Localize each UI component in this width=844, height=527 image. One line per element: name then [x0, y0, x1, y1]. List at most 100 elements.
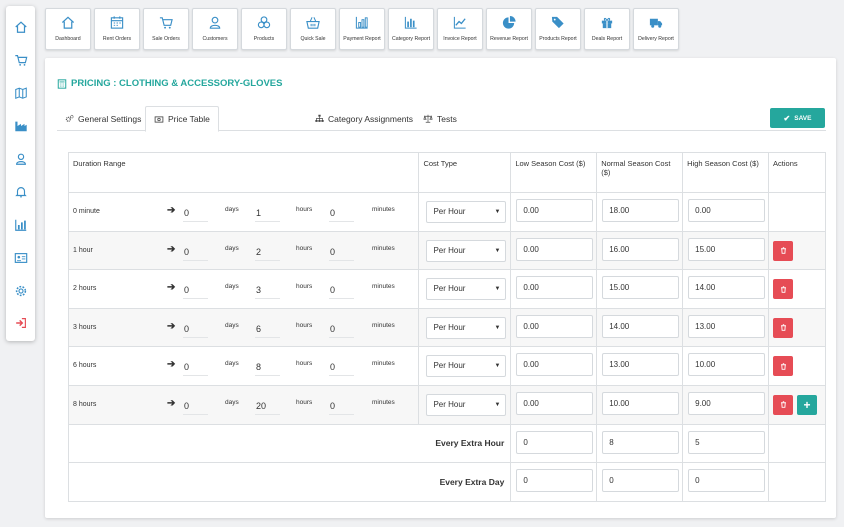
- delete-row-button[interactable]: [773, 240, 794, 261]
- normal-season-input[interactable]: 16.00: [602, 237, 680, 261]
- save-button[interactable]: ✔ SAVE: [770, 108, 825, 128]
- days-input[interactable]: 0: [183, 397, 208, 415]
- quick-sale-button[interactable]: Quick Sale: [290, 8, 336, 50]
- deals-report-label: Deals Report: [591, 36, 623, 42]
- minutes-input[interactable]: 0: [329, 204, 354, 222]
- minutes-input[interactable]: 0: [329, 320, 354, 338]
- low-season-input[interactable]: 0.00: [516, 199, 594, 222]
- cost-type-select[interactable]: Per Hour ▼: [426, 239, 507, 262]
- days-input[interactable]: 0: [183, 281, 208, 300]
- normal-season-input[interactable]: 14.00: [602, 314, 680, 338]
- cost-type-select[interactable]: Per Hour ▼: [426, 278, 507, 301]
- bell-icon[interactable]: [13, 184, 28, 199]
- tab-tests[interactable]: Tests: [415, 106, 465, 131]
- hours-unit: hours: [296, 206, 313, 213]
- extra-normal-input[interactable]: 0: [602, 469, 680, 493]
- sale-orders-button[interactable]: Sale Orders: [143, 8, 189, 50]
- high-season-input[interactable]: 0.00: [688, 199, 766, 222]
- cost-type-select[interactable]: Per Hour ▼: [426, 201, 507, 223]
- delivery-report-button[interactable]: Delivery Report: [633, 8, 679, 50]
- rent-orders-button[interactable]: Rent Orders: [94, 8, 140, 50]
- cost-type-select[interactable]: Per Hour ▼: [426, 355, 507, 378]
- tab-general-settings[interactable]: General Settings: [57, 106, 149, 131]
- normal-season-input[interactable]: 18.00: [602, 199, 680, 222]
- hours-input[interactable]: 3: [255, 281, 280, 300]
- tab-price-table[interactable]: Price Table: [145, 106, 219, 132]
- high-season-input[interactable]: 15.00: [688, 237, 766, 261]
- extra-high-cell: 5: [682, 423, 770, 464]
- customers-button[interactable]: Customers: [192, 8, 238, 50]
- delete-row-button[interactable]: [773, 317, 794, 338]
- days-unit: days: [225, 244, 239, 252]
- gears-icon: [65, 114, 74, 122]
- days-input[interactable]: 0: [183, 320, 208, 338]
- home-icon[interactable]: [13, 19, 28, 34]
- normal-season-input[interactable]: 13.00: [602, 353, 680, 377]
- invoice-report-button[interactable]: Invoice Report: [437, 8, 483, 50]
- trash-icon: [780, 401, 786, 409]
- factory-icon[interactable]: [13, 118, 28, 133]
- days-input[interactable]: 0: [183, 204, 208, 222]
- header-low-season: Low Season Cost ($): [510, 152, 598, 193]
- low-season-input[interactable]: 0.00: [516, 237, 594, 261]
- caret-down-icon: ▼: [494, 324, 501, 331]
- minutes-input[interactable]: 0: [329, 358, 354, 377]
- delete-row-button[interactable]: [773, 356, 794, 377]
- delete-row-button[interactable]: [773, 394, 794, 415]
- bar-chart-icon: [355, 16, 368, 29]
- revenue-report-button[interactable]: Revenue Report: [486, 8, 532, 50]
- low-season-input[interactable]: 0.00: [516, 353, 594, 377]
- normal-season-input[interactable]: 15.00: [602, 276, 680, 300]
- extra-high-input[interactable]: 5: [688, 430, 766, 454]
- add-row-button[interactable]: +: [797, 394, 818, 415]
- products-report-button[interactable]: Products Report: [535, 8, 581, 50]
- gear-icon[interactable]: [13, 283, 28, 298]
- hours-input[interactable]: 2: [255, 243, 280, 261]
- user-icon[interactable]: [13, 151, 28, 166]
- cart-icon[interactable]: [13, 52, 28, 67]
- high-season-input[interactable]: 9.00: [688, 391, 766, 415]
- cost-type-select[interactable]: Per Hour ▼: [426, 316, 507, 339]
- extra-low-input[interactable]: 0: [516, 469, 594, 493]
- sitemap-icon: [315, 114, 324, 122]
- map-icon[interactable]: [13, 85, 28, 100]
- days-input[interactable]: 0: [183, 358, 208, 377]
- low-season-input[interactable]: 0.00: [516, 276, 594, 300]
- high-season-input[interactable]: 13.00: [688, 314, 766, 338]
- hours-input[interactable]: 6: [255, 320, 280, 338]
- chart-icon[interactable]: [13, 217, 28, 232]
- dashboard-button[interactable]: Dashboard: [45, 8, 91, 50]
- calculator-icon: [57, 78, 67, 89]
- cost-type-select[interactable]: Per Hour ▼: [426, 393, 507, 416]
- truck-icon: [649, 18, 663, 28]
- extra-low-cell: 0: [510, 462, 598, 502]
- actions-cell: [768, 269, 826, 309]
- deals-report-button[interactable]: Deals Report: [584, 8, 630, 50]
- high-season-input[interactable]: 10.00: [688, 353, 766, 377]
- minutes-input[interactable]: 0: [329, 243, 354, 261]
- arrow-right-icon: ➔: [167, 282, 176, 294]
- low-season-input[interactable]: 0.00: [516, 314, 594, 338]
- low-season-cell: 0.00: [510, 192, 598, 232]
- hours-unit: hours: [296, 283, 313, 291]
- minutes-input[interactable]: 0: [329, 397, 354, 415]
- category-report-button[interactable]: Category Report: [388, 8, 434, 50]
- extra-high-input[interactable]: 0: [688, 469, 766, 493]
- delete-row-button[interactable]: [773, 279, 794, 300]
- low-season-input[interactable]: 0.00: [516, 391, 594, 415]
- extra-low-input[interactable]: 0: [516, 430, 594, 454]
- products-button[interactable]: Products: [241, 8, 287, 50]
- hours-input[interactable]: 20: [255, 397, 280, 415]
- tab-category-assignments[interactable]: Category Assignments: [307, 106, 421, 131]
- payment-report-button[interactable]: Payment Report: [339, 8, 385, 50]
- logout-icon[interactable]: [13, 315, 28, 330]
- hours-input[interactable]: 1: [255, 204, 280, 222]
- hours-input[interactable]: 8: [255, 358, 280, 377]
- minutes-input[interactable]: 0: [329, 281, 354, 300]
- revenue-report-label: Revenue Report: [490, 36, 528, 42]
- high-season-input[interactable]: 14.00: [688, 276, 766, 300]
- id-card-icon[interactable]: [13, 250, 28, 265]
- extra-normal-input[interactable]: 8: [602, 430, 680, 454]
- days-input[interactable]: 0: [183, 243, 208, 261]
- normal-season-input[interactable]: 10.00: [602, 391, 680, 415]
